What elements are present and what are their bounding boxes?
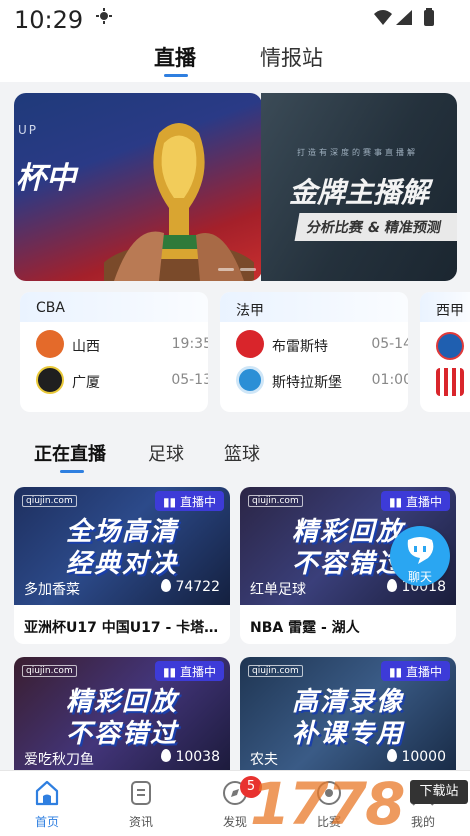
status-icons bbox=[374, 8, 434, 26]
team-logo-icon bbox=[236, 366, 264, 394]
status-bar: 10:29 bbox=[0, 0, 470, 40]
banner-tagline: 打造有深度的赛事直播解 bbox=[297, 148, 418, 157]
team-name: 广厦 bbox=[72, 375, 100, 391]
thumb-subheadline: 不容错过 bbox=[65, 719, 178, 749]
team-logo-icon bbox=[436, 368, 464, 396]
match-time: 05-13 bbox=[171, 372, 208, 388]
tab-basketball[interactable]: 篮球 bbox=[224, 440, 260, 466]
heat-count: 10038 bbox=[161, 749, 220, 765]
team-name: 山西 bbox=[72, 339, 100, 355]
match-card-laliga[interactable]: 西甲 bbox=[420, 292, 470, 412]
tab-live[interactable]: 直播 bbox=[154, 42, 196, 72]
flame-icon bbox=[161, 749, 172, 762]
match-league: 西甲 bbox=[436, 303, 464, 319]
tab-live-now[interactable]: 正在直播 bbox=[34, 440, 106, 466]
heat-count: 10000 bbox=[387, 749, 446, 765]
match-team-row: 山西 19:35 bbox=[36, 330, 208, 360]
live-badge: ▮▮ 直播中 bbox=[380, 491, 450, 511]
match-time: 05-14 bbox=[371, 336, 408, 352]
live-icon: ▮▮ bbox=[162, 665, 180, 679]
team-logo-icon bbox=[36, 330, 64, 358]
team-logo-icon bbox=[36, 366, 64, 394]
wifi-icon bbox=[374, 10, 392, 25]
stream-thumbnail: qiujin.com ▮▮ 直播中 高清录像 补课专用 农夫 10000 bbox=[240, 657, 456, 770]
status-time: 10:29 bbox=[14, 6, 84, 34]
team-name: 斯特拉斯堡 bbox=[272, 375, 342, 391]
match-card-ligue1[interactable]: 法甲 布雷斯特 05-14 斯特拉斯堡 01:00 bbox=[220, 292, 408, 412]
tab-intel[interactable]: 情报站 bbox=[260, 42, 323, 72]
live-badge: ▮▮ 直播中 bbox=[154, 491, 224, 511]
team-logo-icon bbox=[236, 330, 264, 358]
section-tab-indicator bbox=[60, 470, 84, 473]
live-badge: ▮▮ 直播中 bbox=[380, 661, 450, 681]
team-logo-icon bbox=[436, 332, 464, 360]
anchor-name: 多加香菜 bbox=[24, 582, 80, 598]
stream-thumbnail: qiujin.com ▮▮ 直播中 精彩回放 不容错过 爱吃秋刀鱼 10038 bbox=[14, 657, 230, 770]
live-icon: ▮▮ bbox=[162, 495, 180, 509]
top-tab-indicator bbox=[164, 74, 188, 77]
chat-label: 聊天 bbox=[407, 570, 432, 584]
chat-button[interactable]: 聊天 bbox=[390, 526, 450, 586]
live-icon: ▮▮ bbox=[388, 495, 406, 509]
thumb-subheadline: 经典对决 bbox=[65, 549, 178, 579]
match-team-row: 布雷斯特 05-14 bbox=[236, 330, 408, 360]
thumb-watermark: qiujin.com bbox=[22, 665, 77, 677]
nav-news[interactable]: 资讯 bbox=[94, 771, 188, 836]
banner-slide-worldcup[interactable]: UP 杯中 bbox=[14, 93, 262, 281]
banner-corner-text: UP bbox=[18, 123, 39, 137]
match-league: 法甲 bbox=[236, 303, 264, 319]
top-tabs: 直播 情报站 bbox=[0, 40, 470, 82]
settings-notification-icon bbox=[96, 8, 112, 24]
nav-home[interactable]: 首页 bbox=[0, 771, 94, 836]
nav-label: 资讯 bbox=[128, 815, 153, 829]
thumb-watermark: qiujin.com bbox=[248, 665, 303, 677]
banner-side-text: 杯中 bbox=[16, 161, 76, 196]
watermark-digits: 1778 bbox=[250, 770, 405, 836]
tab-football[interactable]: 足球 bbox=[148, 440, 184, 466]
trophy-image bbox=[104, 123, 254, 281]
flame-icon bbox=[161, 579, 172, 592]
battery-icon bbox=[424, 10, 434, 26]
stream-title: 亚洲杯U17 中国U17 - 卡塔... bbox=[24, 620, 220, 636]
anchor-name: 爱吃秋刀鱼 bbox=[24, 752, 94, 768]
thumb-watermark: qiujin.com bbox=[248, 495, 303, 507]
heat-count: 74722 bbox=[161, 579, 220, 595]
flame-icon bbox=[387, 749, 398, 762]
pagination-dot bbox=[240, 268, 256, 271]
banner-pagination bbox=[218, 268, 278, 274]
stream-card[interactable]: qiujin.com ▮▮ 直播中 高清录像 补课专用 农夫 10000 bbox=[240, 657, 456, 770]
thumb-subheadline: 补课专用 bbox=[291, 719, 404, 749]
chat-icon bbox=[407, 537, 434, 564]
thumb-watermark: qiujin.com bbox=[22, 495, 77, 507]
anchor-name: 农夫 bbox=[250, 752, 278, 768]
watermark-download-label: 下载站 bbox=[410, 780, 468, 804]
live-badge: ▮▮ 直播中 bbox=[154, 661, 224, 681]
stream-card[interactable]: qiujin.com ▮▮ 直播中 精彩回放 不容错过 爱吃秋刀鱼 10038 bbox=[14, 657, 230, 770]
home-icon bbox=[35, 780, 59, 806]
signal-icon bbox=[396, 10, 412, 25]
anchor-name: 红单足球 bbox=[250, 582, 306, 598]
site-watermark: 1778 下载站 bbox=[250, 770, 470, 836]
banner-subline: 分析比赛 & 精准预测 bbox=[294, 213, 457, 241]
team-name: 布雷斯特 bbox=[272, 339, 328, 355]
match-team-row: 斯特拉斯堡 01:00 bbox=[236, 366, 408, 396]
stream-card[interactable]: qiujin.com ▮▮ 直播中 全场高清 经典对决 多加香菜 74722 亚… bbox=[14, 487, 230, 644]
match-time: 19:35 bbox=[171, 336, 208, 352]
match-team-row: 广厦 05-13 bbox=[36, 366, 208, 396]
stream-thumbnail: qiujin.com ▮▮ 直播中 全场高清 经典对决 多加香菜 74722 bbox=[14, 487, 230, 605]
stream-title: NBA 雷霆 - 湖人 bbox=[250, 620, 360, 636]
banner-headline: 金牌主播解 bbox=[289, 176, 430, 209]
match-league: CBA bbox=[36, 300, 65, 316]
banner-slide-anchor[interactable]: 打造有深度的赛事直播解 金牌主播解 分析比赛 & 精准预测 bbox=[261, 93, 457, 281]
live-icon: ▮▮ bbox=[388, 665, 406, 679]
nav-label: 首页 bbox=[34, 815, 59, 829]
match-card-cba[interactable]: CBA 山西 19:35 广厦 05-13 bbox=[20, 292, 208, 412]
match-time: 01:00 bbox=[371, 372, 408, 388]
news-icon bbox=[131, 781, 151, 805]
pagination-dot bbox=[218, 268, 234, 271]
